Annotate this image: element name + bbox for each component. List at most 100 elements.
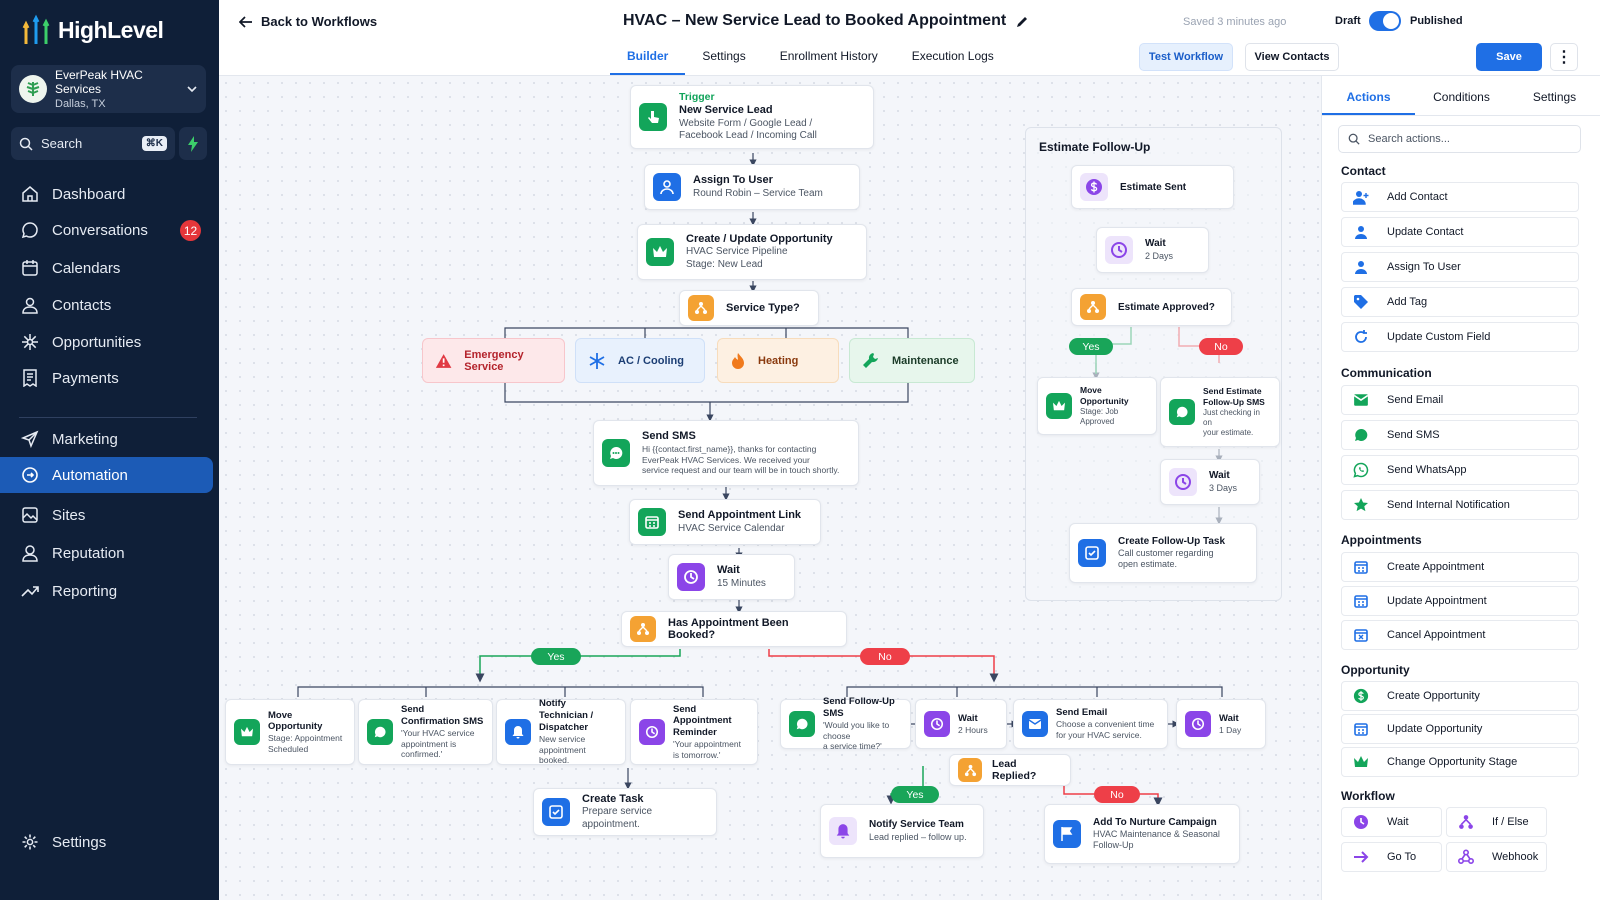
global-search[interactable]: Search ⌘K xyxy=(11,127,175,160)
estimate-move-opportunity-node[interactable]: Move Opportunity Stage: Job Approved xyxy=(1037,377,1157,435)
nav-payments[interactable]: Payments xyxy=(0,360,219,396)
create-task-node[interactable]: Create Task Prepare service appointment. xyxy=(533,788,717,836)
notify-service-team-node[interactable]: Notify Service Team Lead replied – follo… xyxy=(820,804,984,858)
account-switcher[interactable]: EverPeak HVAC Services Dallas, TX xyxy=(11,65,206,113)
action-update-opportunity[interactable]: Update Opportunity xyxy=(1341,714,1579,744)
action-update-appointment[interactable]: Update Appointment xyxy=(1341,586,1579,616)
panel-tab-actions[interactable]: Actions xyxy=(1322,76,1415,115)
branch-emergency-service[interactable]: Emergency Service xyxy=(422,338,565,383)
lead-replied-condition[interactable]: Lead Replied? xyxy=(949,754,1071,786)
flame-icon xyxy=(732,352,744,369)
action-go-to[interactable]: Go To xyxy=(1341,842,1442,872)
nav-settings[interactable]: Settings xyxy=(0,824,219,860)
nav-marketing[interactable]: Marketing xyxy=(0,421,219,457)
estimate-follow-up-sms-node[interactable]: Send Estimate Follow-Up SMS Just checkin… xyxy=(1160,377,1280,447)
tab-execution-logs[interactable]: Execution Logs xyxy=(895,48,1011,75)
notify-technician-node[interactable]: Notify Technician / Dispatcher New servi… xyxy=(496,698,626,765)
send-email-node[interactable]: Send Email Choose a convenient time for … xyxy=(1013,699,1168,749)
user-icon xyxy=(1355,261,1367,274)
test-workflow-button[interactable]: Test Workflow xyxy=(1139,43,1233,71)
estimate-sent-trigger[interactable]: Estimate Sent xyxy=(1071,165,1234,209)
add-user-icon xyxy=(1353,191,1369,205)
publish-toggle[interactable] xyxy=(1369,11,1401,31)
action-send-sms[interactable]: Send SMS xyxy=(1341,420,1579,450)
action-webhook[interactable]: Webhook xyxy=(1446,842,1547,872)
brand-name: HighLevel xyxy=(58,16,164,43)
action-update-contact[interactable]: Update Contact xyxy=(1341,217,1579,247)
action-change-opportunity-stage[interactable]: Change Opportunity Stage xyxy=(1341,747,1579,777)
branch-maintenance[interactable]: Maintenance xyxy=(849,338,975,383)
create-follow-up-task-node[interactable]: Create Follow-Up Task Call customer rega… xyxy=(1069,523,1257,583)
tab-settings[interactable]: Settings xyxy=(685,48,762,75)
action-wait[interactable]: Wait xyxy=(1341,807,1442,837)
service-type-condition[interactable]: Service Type? xyxy=(679,290,819,326)
action-create-opportunity[interactable]: Create Opportunity xyxy=(1341,681,1579,711)
nav-automation[interactable]: Automation xyxy=(0,457,213,493)
create-opportunity-node[interactable]: Create / Update Opportunity HVAC Service… xyxy=(637,224,867,280)
action-add-contact[interactable]: Add Contact xyxy=(1341,182,1579,212)
panel-tab-conditions[interactable]: Conditions xyxy=(1415,76,1508,115)
nav-reporting[interactable]: Reporting xyxy=(0,573,219,609)
action-assign-to-user[interactable]: Assign To User xyxy=(1341,252,1579,282)
send-appointment-link-node[interactable]: Send Appointment Link HVAC Service Calen… xyxy=(629,499,821,545)
action-label: Update Appointment xyxy=(1387,595,1487,607)
action-send-email[interactable]: Send Email xyxy=(1341,385,1579,415)
pencil-icon[interactable] xyxy=(1016,15,1029,28)
action-label: Add Tag xyxy=(1387,296,1428,308)
send-appointment-reminder-node[interactable]: Send Appointment Reminder 'Your appointm… xyxy=(630,699,758,765)
action-cancel-appointment[interactable]: Cancel Appointment xyxy=(1341,620,1579,650)
action-label: Send WhatsApp xyxy=(1387,464,1467,476)
tab-builder[interactable]: Builder xyxy=(610,48,686,75)
wait-2-hours-node[interactable]: Wait 2 Hours xyxy=(915,699,1007,749)
nav-conversations[interactable]: Conversations 12 xyxy=(0,212,219,248)
send-confirmation-sms-node[interactable]: Send Confirmation SMS 'Your HVAC service… xyxy=(358,699,493,765)
nav-calendars[interactable]: Calendars xyxy=(0,250,219,286)
estimate-approved-condition[interactable]: Estimate Approved? xyxy=(1071,288,1232,326)
send-sms-node[interactable]: Send SMS Hi {{contact.first_name}}, than… xyxy=(593,420,859,486)
action-update-custom-field[interactable]: Update Custom Field xyxy=(1341,322,1579,352)
nav-dashboard[interactable]: Dashboard xyxy=(0,176,219,212)
action-create-appointment[interactable]: Create Appointment xyxy=(1341,552,1579,582)
move-opp-icon-box xyxy=(234,719,260,745)
nav-sites[interactable]: Sites xyxy=(0,497,219,533)
trigger-node[interactable]: Trigger New Service Lead Website Form / … xyxy=(630,85,874,149)
view-contacts-button[interactable]: View Contacts xyxy=(1245,43,1339,71)
actions-search[interactable] xyxy=(1338,125,1581,153)
wait-15-minutes-node[interactable]: Wait 15 Minutes xyxy=(668,554,795,600)
estimate-wait-2-days-node[interactable]: Wait 2 Days xyxy=(1096,227,1209,273)
workflow-canvas[interactable]: Trigger New Service Lead Website Form / … xyxy=(219,76,1321,900)
action-if-else[interactable]: If / Else xyxy=(1446,807,1547,837)
estimate-group-title: Estimate Follow-Up xyxy=(1039,140,1151,154)
logo[interactable]: HighLevel xyxy=(22,14,164,46)
back-to-workflows-link[interactable]: Back to Workflows xyxy=(239,14,377,29)
estimate-wait3-desc: 3 Days xyxy=(1209,482,1238,493)
clock-icon xyxy=(1354,815,1368,829)
estimate-wait-3-days-node[interactable]: Wait 3 Days xyxy=(1160,459,1260,505)
action-send-whatsapp[interactable]: Send WhatsApp xyxy=(1341,455,1579,485)
nav-label: Payments xyxy=(52,369,119,387)
more-options-button[interactable]: ⋮ xyxy=(1550,43,1578,71)
action-add-tag[interactable]: Add Tag xyxy=(1341,287,1579,317)
tab-enrollment-history[interactable]: Enrollment History xyxy=(763,48,895,75)
panel-tab-settings[interactable]: Settings xyxy=(1508,76,1600,115)
nurture-title: Add To Nurture Campaign xyxy=(1093,816,1217,828)
assign-user-node[interactable]: Assign To User Round Robin – Service Tea… xyxy=(644,164,860,210)
branch-heating[interactable]: Heating xyxy=(717,338,839,383)
trigger-icon-box xyxy=(639,103,667,131)
action-label: Webhook xyxy=(1492,851,1539,863)
actions-search-input[interactable] xyxy=(1368,133,1568,145)
save-button[interactable]: Save xyxy=(1476,43,1542,71)
wait-1-day-node[interactable]: Wait 1 Day xyxy=(1176,699,1266,749)
add-to-nurture-campaign-node[interactable]: Add To Nurture Campaign HVAC Maintenance… xyxy=(1044,804,1240,864)
appointment-booked-condition[interactable]: Has Appointment Been Booked? xyxy=(621,611,847,647)
action-send-internal-notification[interactable]: Send Internal Notification xyxy=(1341,490,1579,520)
move-opportunity-node[interactable]: Move Opportunity Stage: Appointment Sche… xyxy=(225,699,355,765)
nav-contacts[interactable]: Contacts xyxy=(0,287,219,323)
nav-label: Dashboard xyxy=(52,185,126,203)
quick-actions-button[interactable] xyxy=(179,127,207,160)
branch-ac-cooling[interactable]: AC / Cooling xyxy=(575,338,705,383)
nav-reputation[interactable]: Reputation xyxy=(0,535,219,571)
send-follow-up-sms-node[interactable]: Send Follow-Up SMS 'Would you like to ch… xyxy=(780,696,911,751)
nav-opportunities[interactable]: Opportunities xyxy=(0,324,219,360)
branch-icon xyxy=(964,764,976,776)
